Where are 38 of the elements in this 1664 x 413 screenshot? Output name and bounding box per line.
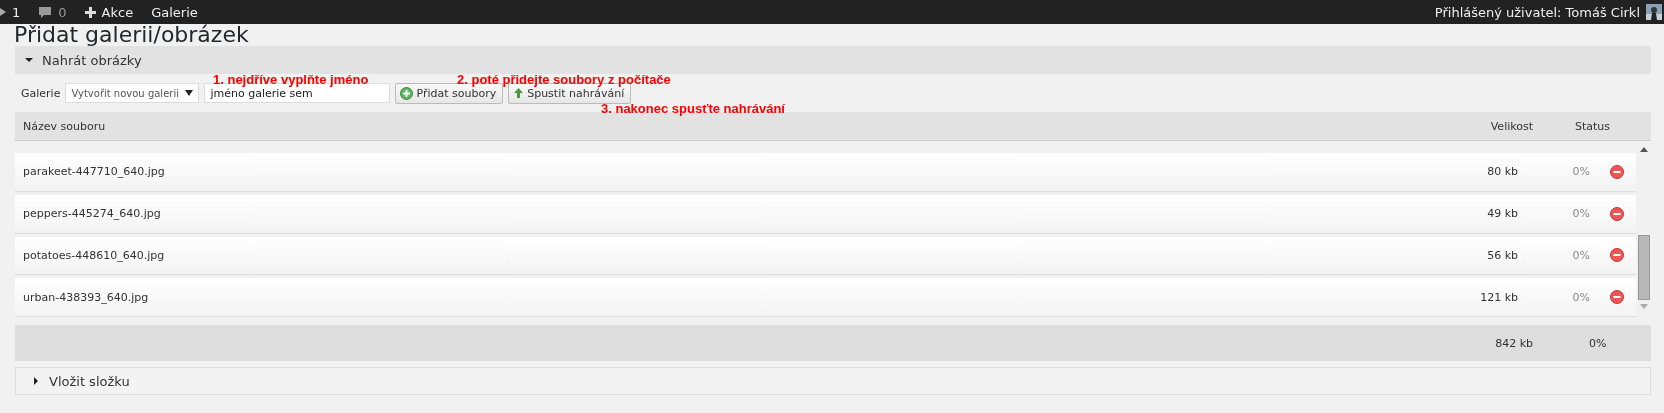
file-status: 0% <box>1571 207 1591 221</box>
remove-icon[interactable] <box>1610 164 1624 179</box>
file-status: 0% <box>1571 248 1591 262</box>
admin-bar-item[interactable]: 1 <box>0 4 21 20</box>
admin-bar-item[interactable]: 0 <box>38 4 67 20</box>
remove-icon[interactable] <box>1610 206 1624 221</box>
remove-icon[interactable] <box>1610 290 1624 305</box>
plus-circle-icon <box>400 86 414 100</box>
file-name: parakeet-447710_640.jpg <box>22 165 166 179</box>
comment-icon <box>38 5 53 19</box>
admin-bar-item[interactable]: Akce <box>84 4 134 20</box>
hint-text: 3. nakonec spusťte nahrávání <box>601 101 785 116</box>
total-status: 0% <box>1588 336 1608 350</box>
file-size: 49 kb <box>1486 207 1518 221</box>
panel-header[interactable]: Vložit složku <box>15 367 1651 395</box>
column-header: Název souboru <box>22 119 107 133</box>
dropdown-arrow-icon <box>185 90 194 96</box>
file-size: 80 kb <box>1486 165 1518 179</box>
remove-icon[interactable] <box>1610 248 1624 263</box>
file-size: 56 kb <box>1486 248 1518 262</box>
file-size: 121 kb <box>1479 290 1518 304</box>
file-name: urban-438393_640.jpg <box>22 290 150 304</box>
panel-header[interactable]: Nahrát obrázky <box>15 46 1651 74</box>
plus-icon <box>84 6 96 18</box>
page-title: Přidat galerii/obrázek <box>13 24 250 46</box>
file-name: peppers-445274_640.jpg <box>22 207 162 221</box>
admin-bar-item[interactable]: Galerie <box>151 4 198 20</box>
column-header: Status <box>1574 119 1612 133</box>
column-header: Velikost <box>1489 119 1533 133</box>
file-status: 0% <box>1571 290 1591 304</box>
gallery-label: Galerie <box>21 86 61 100</box>
total-size: 842 kb <box>1494 336 1533 350</box>
up-arrow-icon <box>513 87 525 99</box>
file-status: 0% <box>1571 165 1591 179</box>
scroll-up-icon[interactable] <box>1639 147 1648 152</box>
gallery-select[interactable]: Vytvořit novou galerii <box>65 83 200 103</box>
file-name: potatoes-448610_640.jpg <box>22 248 166 262</box>
user-link[interactable]: Přihlášený uživatel: Tomáš Cirkl <box>1434 4 1640 20</box>
